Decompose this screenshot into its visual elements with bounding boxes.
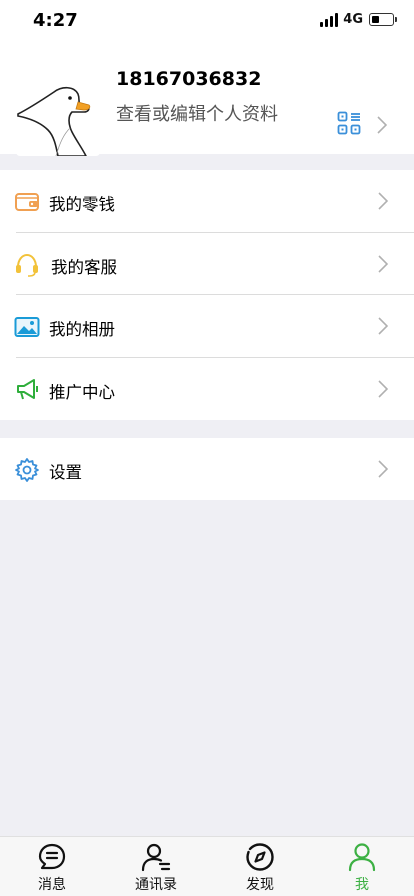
discover-icon <box>246 843 274 871</box>
menu-group-settings: 设置 <box>0 438 414 500</box>
tab-bar: 消息 通讯录 发现 我 <box>0 836 414 896</box>
headset-icon <box>16 253 38 277</box>
tab-label: 我 <box>355 877 369 893</box>
chevron-right-icon <box>378 192 388 210</box>
gear-icon <box>15 458 39 482</box>
battery-icon <box>369 13 397 26</box>
tab-label: 通讯录 <box>135 877 177 893</box>
network-label: 4G <box>343 12 363 27</box>
tab-me[interactable]: 我 <box>310 837 414 896</box>
chevron-right-icon <box>378 254 388 273</box>
qr-code-icon[interactable] <box>337 111 361 135</box>
person-icon <box>348 843 376 872</box>
contacts-icon <box>141 843 171 872</box>
tab-label: 发现 <box>246 877 274 893</box>
chevron-right-icon <box>378 460 388 478</box>
chevron-right-icon <box>377 116 387 134</box>
profile-phone: 18167036832 <box>116 68 262 90</box>
menu-item-label: 我的客服 <box>51 257 117 277</box>
status-time: 4:27 <box>33 10 78 31</box>
album-icon <box>14 317 40 337</box>
battery-level <box>371 15 379 23</box>
menu-item-wallet[interactable]: 我的零钱 <box>0 170 414 233</box>
menu-group-main: 我的零钱 我的客服 我的相册 推广中心 <box>0 170 414 420</box>
profile-edit-link[interactable]: 查看或编辑个人资料 <box>116 100 278 126</box>
tab-label: 消息 <box>38 877 66 893</box>
menu-item-settings[interactable]: 设置 <box>0 438 414 501</box>
menu-item-album[interactable]: 我的相册 <box>0 295 414 358</box>
profile-card[interactable]: 18167036832 查看或编辑个人资料 <box>0 44 414 156</box>
menu-item-customer-service[interactable]: 我的客服 <box>0 233 414 295</box>
tab-discover[interactable]: 发现 <box>208 837 312 896</box>
menu-item-label: 推广中心 <box>49 382 115 402</box>
avatar[interactable] <box>16 72 100 156</box>
chevron-right-icon <box>378 379 388 398</box>
status-indicators: 4G <box>320 12 397 27</box>
menu-item-label: 我的零钱 <box>49 195 115 214</box>
menu-item-label: 我的相册 <box>49 320 115 339</box>
megaphone-icon <box>17 378 38 399</box>
menu-item-promotion[interactable]: 推广中心 <box>0 358 414 421</box>
tab-messages[interactable]: 消息 <box>0 837 104 896</box>
tab-contacts[interactable]: 通讯录 <box>104 837 208 896</box>
status-bar: 4:27 4G <box>0 0 414 44</box>
chat-icon <box>38 843 66 870</box>
wallet-icon <box>15 193 39 211</box>
signal-icon <box>320 12 339 27</box>
chevron-right-icon <box>378 317 388 335</box>
menu-item-label: 设置 <box>49 463 82 482</box>
